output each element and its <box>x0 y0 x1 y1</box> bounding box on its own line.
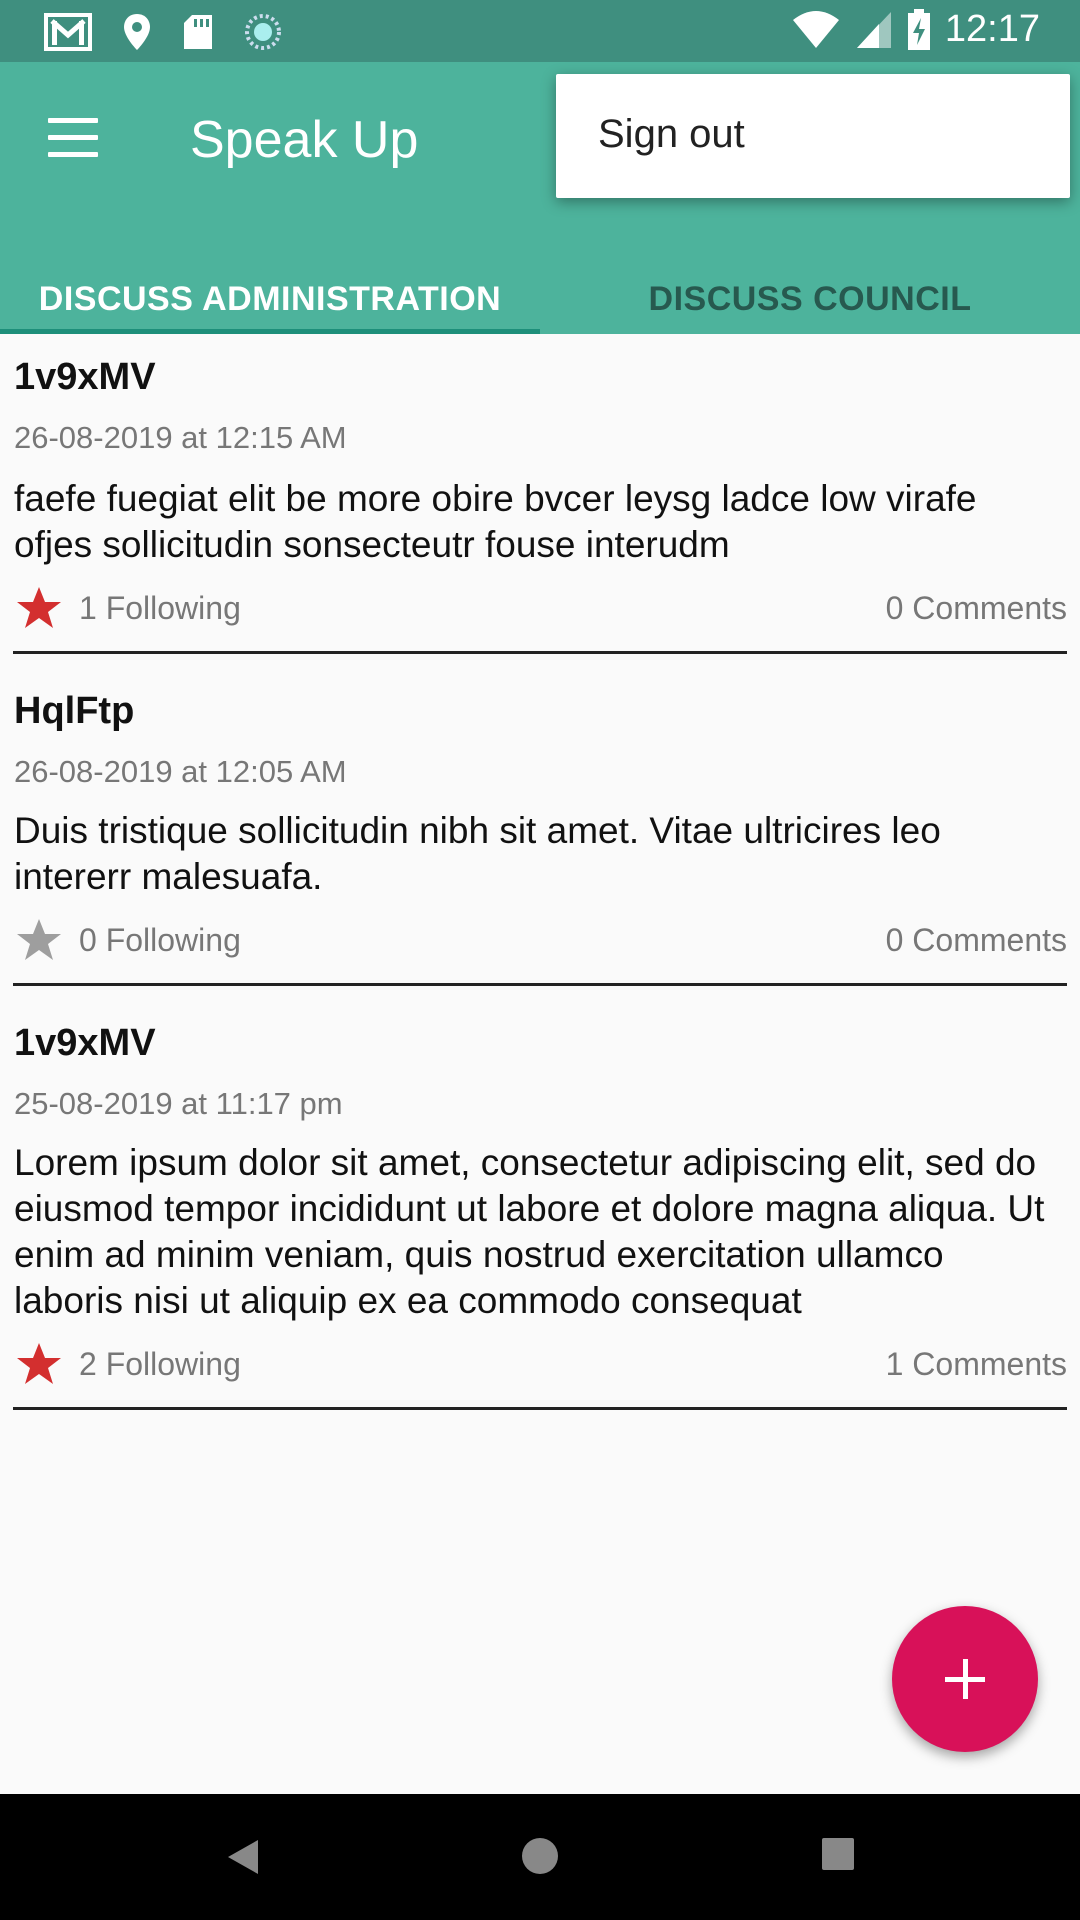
post-author: HqlFtp <box>14 690 135 732</box>
post-list: 1v9xMV 26-08-2019 at 12:15 AM faefe fueg… <box>0 334 1080 1410</box>
sync-icon <box>245 14 281 50</box>
wifi-icon <box>792 10 839 48</box>
tab-discuss-council[interactable]: DISCUSS COUNCIL <box>540 272 1080 334</box>
list-item[interactable]: HqlFtp 26-08-2019 at 12:05 AM Duis trist… <box>13 654 1067 986</box>
tab-discuss-administration[interactable]: DISCUSS ADMINISTRATION <box>0 272 540 334</box>
comments-count[interactable]: 0 Comments <box>886 922 1067 959</box>
following-count: 0 Following <box>79 922 241 958</box>
comments-count[interactable]: 0 Comments <box>886 590 1067 627</box>
overflow-menu: Sign out <box>556 74 1070 198</box>
star-filled-icon[interactable] <box>15 1340 63 1388</box>
recent-apps-icon[interactable] <box>822 1838 854 1870</box>
tab-bar: DISCUSS ADMINISTRATION DISCUSS COUNCIL <box>0 272 1080 334</box>
app-title: Speak Up <box>190 111 419 169</box>
battery-charging-icon <box>907 8 930 50</box>
post-body: Lorem ipsum dolor sit amet, consectetur … <box>14 1142 1045 1321</box>
sd-card-icon <box>184 15 212 49</box>
following-count: 1 Following <box>79 590 241 626</box>
post-author: 1v9xMV <box>14 356 156 398</box>
post-author: 1v9xMV <box>14 1022 156 1064</box>
star-outline-icon[interactable] <box>15 916 63 964</box>
sign-out-menu-item[interactable]: Sign out <box>598 112 745 157</box>
comments-count[interactable]: 1 Comments <box>886 1346 1067 1383</box>
post-body: faefe fuegiat elit be more obire bvcer l… <box>14 478 977 565</box>
post-footer: 0 Following 0 Comments <box>13 916 1067 966</box>
location-icon <box>124 14 150 50</box>
post-footer: 2 Following 1 Comments <box>13 1340 1067 1390</box>
star-filled-icon[interactable] <box>15 584 63 632</box>
list-item[interactable]: 1v9xMV 25-08-2019 at 11:17 pm Lorem ipsu… <box>13 986 1067 1410</box>
signal-icon <box>856 11 891 48</box>
post-date: 25-08-2019 at 11:17 pm <box>14 1086 343 1121</box>
post-footer: 1 Following 0 Comments <box>13 584 1067 634</box>
hamburger-menu-icon[interactable] <box>48 118 98 158</box>
post-date: 26-08-2019 at 12:05 AM <box>14 754 347 789</box>
system-nav-bar <box>0 1794 1080 1920</box>
post-date: 26-08-2019 at 12:15 AM <box>14 420 347 455</box>
following-count: 2 Following <box>79 1346 241 1382</box>
status-time: 12:17 <box>944 8 1040 50</box>
list-item[interactable]: 1v9xMV 26-08-2019 at 12:15 AM faefe fueg… <box>13 334 1067 654</box>
post-body: Duis tristique sollicitudin nibh sit ame… <box>14 810 941 897</box>
gmail-icon <box>44 13 92 51</box>
status-bar: 12:17 <box>0 0 1080 62</box>
home-icon[interactable] <box>522 1838 558 1874</box>
add-post-button[interactable] <box>892 1606 1038 1752</box>
back-icon[interactable] <box>226 1838 260 1876</box>
